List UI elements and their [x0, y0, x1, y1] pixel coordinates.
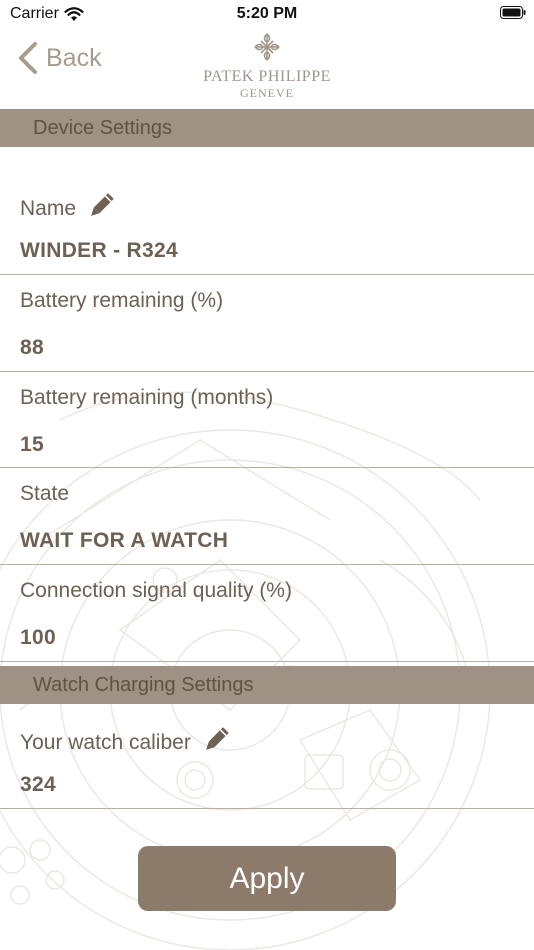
setting-label-wrapper: Name — [20, 191, 116, 227]
logo-city-text: GENEVE — [240, 86, 294, 100]
setting-value: 15 — [20, 433, 44, 456]
section-title: Device Settings — [33, 116, 172, 139]
setting-label: Name — [20, 197, 77, 220]
logo-brand-text: PATEK PHILIPPE — [203, 68, 331, 85]
setting-label: Connection signal quality (%) — [20, 579, 292, 602]
calatrava-cross-icon — [254, 33, 280, 61]
setting-row-battery-months: Battery remaining (months) 15 — [0, 372, 534, 468]
apply-button-label: Apply — [229, 861, 305, 895]
status-bar: Carrier 5:20 PM — [0, 0, 534, 28]
navigation-bar: Back PATEK PHILIPPE GENEVE — [0, 28, 534, 108]
pencil-icon[interactable] — [86, 191, 116, 227]
setting-row-signal-quality: Connection signal quality (%) 100 — [0, 565, 534, 662]
setting-value: 324 — [20, 773, 56, 796]
section-header-device-settings: Device Settings — [0, 109, 534, 147]
setting-label-wrapper: Your watch caliber — [20, 725, 231, 761]
setting-label: Your watch caliber — [20, 731, 191, 754]
setting-row-state: State WAIT FOR A WATCH — [0, 468, 534, 565]
status-time: 5:20 PM — [236, 5, 298, 22]
setting-value: WAIT FOR A WATCH — [20, 529, 229, 552]
setting-value: WINDER - R324 — [20, 239, 178, 262]
setting-row-watch-caliber[interactable]: Your watch caliber 324 — [0, 704, 534, 809]
battery-icon — [500, 6, 526, 19]
pencil-icon[interactable] — [201, 725, 231, 761]
setting-label: Battery remaining (months) — [20, 386, 274, 409]
setting-row-name[interactable]: Name WINDER - R324 — [0, 147, 534, 275]
brand-logo: PATEK PHILIPPE GENEVE — [0, 32, 534, 101]
setting-label: Battery remaining (%) — [20, 289, 224, 312]
setting-value: 100 — [20, 626, 56, 649]
setting-row-battery-percent: Battery remaining (%) 88 — [0, 275, 534, 372]
setting-label: State — [20, 482, 70, 505]
apply-button[interactable]: Apply — [138, 846, 396, 911]
section-title: Watch Charging Settings — [33, 673, 254, 696]
section-header-watch-charging-settings: Watch Charging Settings — [0, 666, 534, 704]
setting-value: 88 — [20, 336, 44, 359]
